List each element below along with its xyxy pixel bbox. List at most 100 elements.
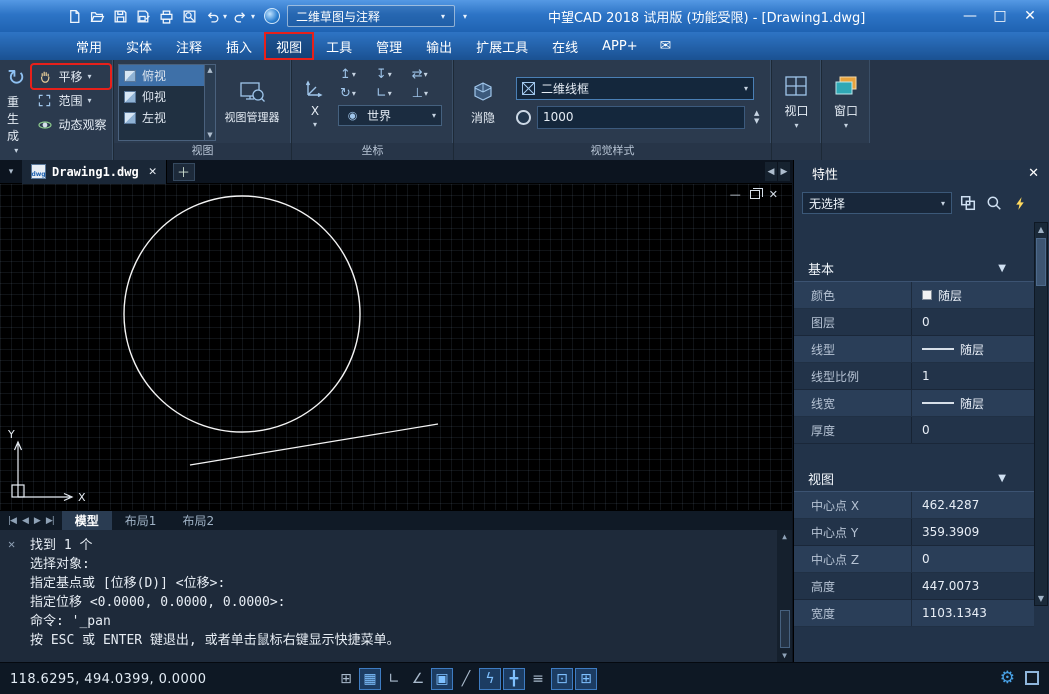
extents-button[interactable]: 范围 ▾	[32, 89, 110, 112]
prop-value[interactable]: 447.0073	[912, 573, 1034, 599]
quick-properties-icon[interactable]: ⊡	[551, 668, 573, 690]
tab-scroll-right-icon[interactable]: ▶	[778, 162, 790, 181]
file-tab-drawing1[interactable]: dwg Drawing1.dwg ✕	[22, 160, 167, 184]
spin-down-icon[interactable]: ▼	[754, 117, 759, 125]
tab-annotate[interactable]: 注释	[164, 32, 214, 60]
osnap-icon[interactable]: ▣	[431, 668, 453, 690]
save-as-icon[interactable]	[133, 6, 154, 27]
layout-tab-model[interactable]: 模型	[62, 511, 112, 531]
tab-output[interactable]: 输出	[414, 32, 464, 60]
fullscreen-icon[interactable]	[1025, 671, 1039, 685]
qat-customize-icon[interactable]: ▾	[463, 12, 467, 21]
redo-icon[interactable]	[230, 6, 251, 27]
undo-icon[interactable]	[202, 6, 223, 27]
window-button[interactable]: 窗口 ▾	[831, 64, 861, 141]
selection-dropdown[interactable]: 无选择 ▾	[802, 192, 952, 214]
layout-tab-layout2[interactable]: 布局2	[169, 511, 227, 531]
tab-scroll-left-icon[interactable]: ◀	[765, 162, 777, 181]
ucs-previous-icon[interactable]: ↧▾	[374, 66, 406, 83]
doc-minimize-icon[interactable]: —	[730, 189, 741, 200]
tab-close-icon[interactable]: ✕	[149, 164, 157, 179]
visual-style-dropdown[interactable]: 二维线框 ▾	[516, 77, 754, 100]
prop-value[interactable]: 1	[912, 363, 1034, 389]
doc-restore-icon[interactable]	[750, 190, 760, 199]
file-tabs-menu-icon[interactable]: ▾	[0, 160, 22, 184]
crosshair-icon[interactable]: ╋	[503, 668, 525, 690]
command-scroll-thumb[interactable]	[780, 610, 790, 648]
first-layout-icon[interactable]: |◀	[8, 516, 16, 526]
plot-preview-icon[interactable]	[179, 6, 200, 27]
ucs-rotate-icon[interactable]: ∟▾	[374, 85, 406, 102]
properties-close-icon[interactable]: ✕	[1028, 166, 1039, 181]
tab-express[interactable]: 扩展工具	[464, 32, 540, 60]
tab-home[interactable]: 常用	[64, 32, 114, 60]
doc-close-icon[interactable]: ✕	[769, 189, 778, 200]
prop-value[interactable]: 随层	[912, 390, 1034, 416]
minimize-button[interactable]: —	[955, 4, 985, 28]
scroll-up-icon[interactable]: ▲	[207, 66, 212, 74]
section-header-view[interactable]: 视图 ▼	[794, 466, 1034, 492]
orbit-button[interactable]: 动态观察	[32, 113, 110, 136]
last-layout-icon[interactable]: ▶|	[46, 516, 54, 526]
collapse-icon[interactable]: ▼	[998, 263, 1006, 274]
prop-value[interactable]: 随层	[912, 282, 1034, 308]
tab-online[interactable]: 在线	[540, 32, 590, 60]
command-prompt-line[interactable]: 按 ESC 或 ENTER 键退出, 或者单击鼠标右键显示快捷菜单。	[30, 631, 770, 650]
tab-app-plus[interactable]: APP+	[590, 32, 649, 60]
tab-insert[interactable]: 插入	[214, 32, 264, 60]
hide-button[interactable]: 消隐	[458, 64, 508, 141]
scroll-up-icon[interactable]: ▲	[1038, 225, 1044, 234]
select-objects-icon[interactable]	[984, 193, 1004, 213]
view-item-top[interactable]: 俯视	[119, 65, 215, 86]
annotation-icon[interactable]: ⊞	[575, 668, 597, 690]
tab-tools[interactable]: 工具	[314, 32, 364, 60]
ucs-object-icon[interactable]: ↻▾	[338, 85, 370, 102]
next-layout-icon[interactable]: ▶	[34, 516, 40, 526]
scroll-up-icon[interactable]: ▲	[782, 532, 787, 541]
dyn-input-icon[interactable]: ϟ	[479, 668, 501, 690]
mail-icon[interactable]: ✉	[650, 38, 682, 54]
scroll-down-icon[interactable]: ▼	[782, 651, 787, 660]
view-item-left[interactable]: 左视	[119, 107, 215, 128]
scroll-down-icon[interactable]: ▼	[1038, 594, 1044, 603]
new-tab-button[interactable]: ＋	[173, 163, 195, 181]
section-header-basic[interactable]: 基本 ▼	[794, 256, 1034, 282]
prop-value[interactable]: 0	[912, 546, 1034, 572]
scroll-down-icon[interactable]: ▼	[207, 131, 212, 139]
prop-value[interactable]: 0	[912, 417, 1034, 443]
layout-tab-layout1[interactable]: 布局1	[112, 511, 170, 531]
print-icon[interactable]	[156, 6, 177, 27]
workspace-dropdown[interactable]: 二维草图与注释 ▾	[287, 5, 455, 27]
properties-scroll-thumb[interactable]	[1036, 238, 1046, 286]
tab-solid[interactable]: 实体	[114, 32, 164, 60]
viewport-button[interactable]: 视口 ▾	[781, 64, 811, 141]
otrack-icon[interactable]: ╱	[455, 668, 477, 690]
prop-value[interactable]: 462.4287	[912, 492, 1034, 518]
drawing-canvas[interactable]: Y X — ✕	[0, 184, 792, 510]
undo-dropdown-icon[interactable]: ▾	[223, 12, 227, 21]
settings-gear-icon[interactable]: ⚙	[1000, 668, 1015, 688]
pan-button[interactable]: 平移 ▾	[32, 65, 110, 88]
ucs-z-axis-icon[interactable]: ⊥▾	[410, 85, 442, 102]
ucs-dropdown[interactable]: ◉ 世界 ▾	[338, 105, 442, 126]
pickadd-toggle-icon[interactable]	[1010, 193, 1030, 213]
lineweight-icon[interactable]: ≡	[527, 668, 549, 690]
quick-select-icon[interactable]	[958, 193, 978, 213]
collapse-icon[interactable]: ▼	[998, 473, 1006, 484]
snap-icon[interactable]: ⊞	[335, 668, 357, 690]
view-manager-button[interactable]: 视图管理器	[220, 64, 284, 141]
ortho-icon[interactable]: ∟	[383, 668, 405, 690]
workspace-icon[interactable]	[264, 8, 280, 24]
grid-icon[interactable]: ▦	[359, 668, 381, 690]
redo-dropdown-icon[interactable]: ▾	[251, 12, 255, 21]
maximize-button[interactable]: □	[985, 4, 1015, 28]
new-file-icon[interactable]	[64, 6, 85, 27]
tab-manage[interactable]: 管理	[364, 32, 414, 60]
ucs-face-icon[interactable]: ⇄▾	[410, 66, 442, 83]
view-item-bottom[interactable]: 仰视	[119, 86, 215, 107]
ucs-x-button[interactable]: X ▾	[296, 64, 334, 141]
prop-value[interactable]: 359.3909	[912, 519, 1034, 545]
save-icon[interactable]	[110, 6, 131, 27]
prev-layout-icon[interactable]: ◀	[22, 516, 28, 526]
ucs-origin-icon[interactable]: ↥▾	[338, 66, 370, 83]
